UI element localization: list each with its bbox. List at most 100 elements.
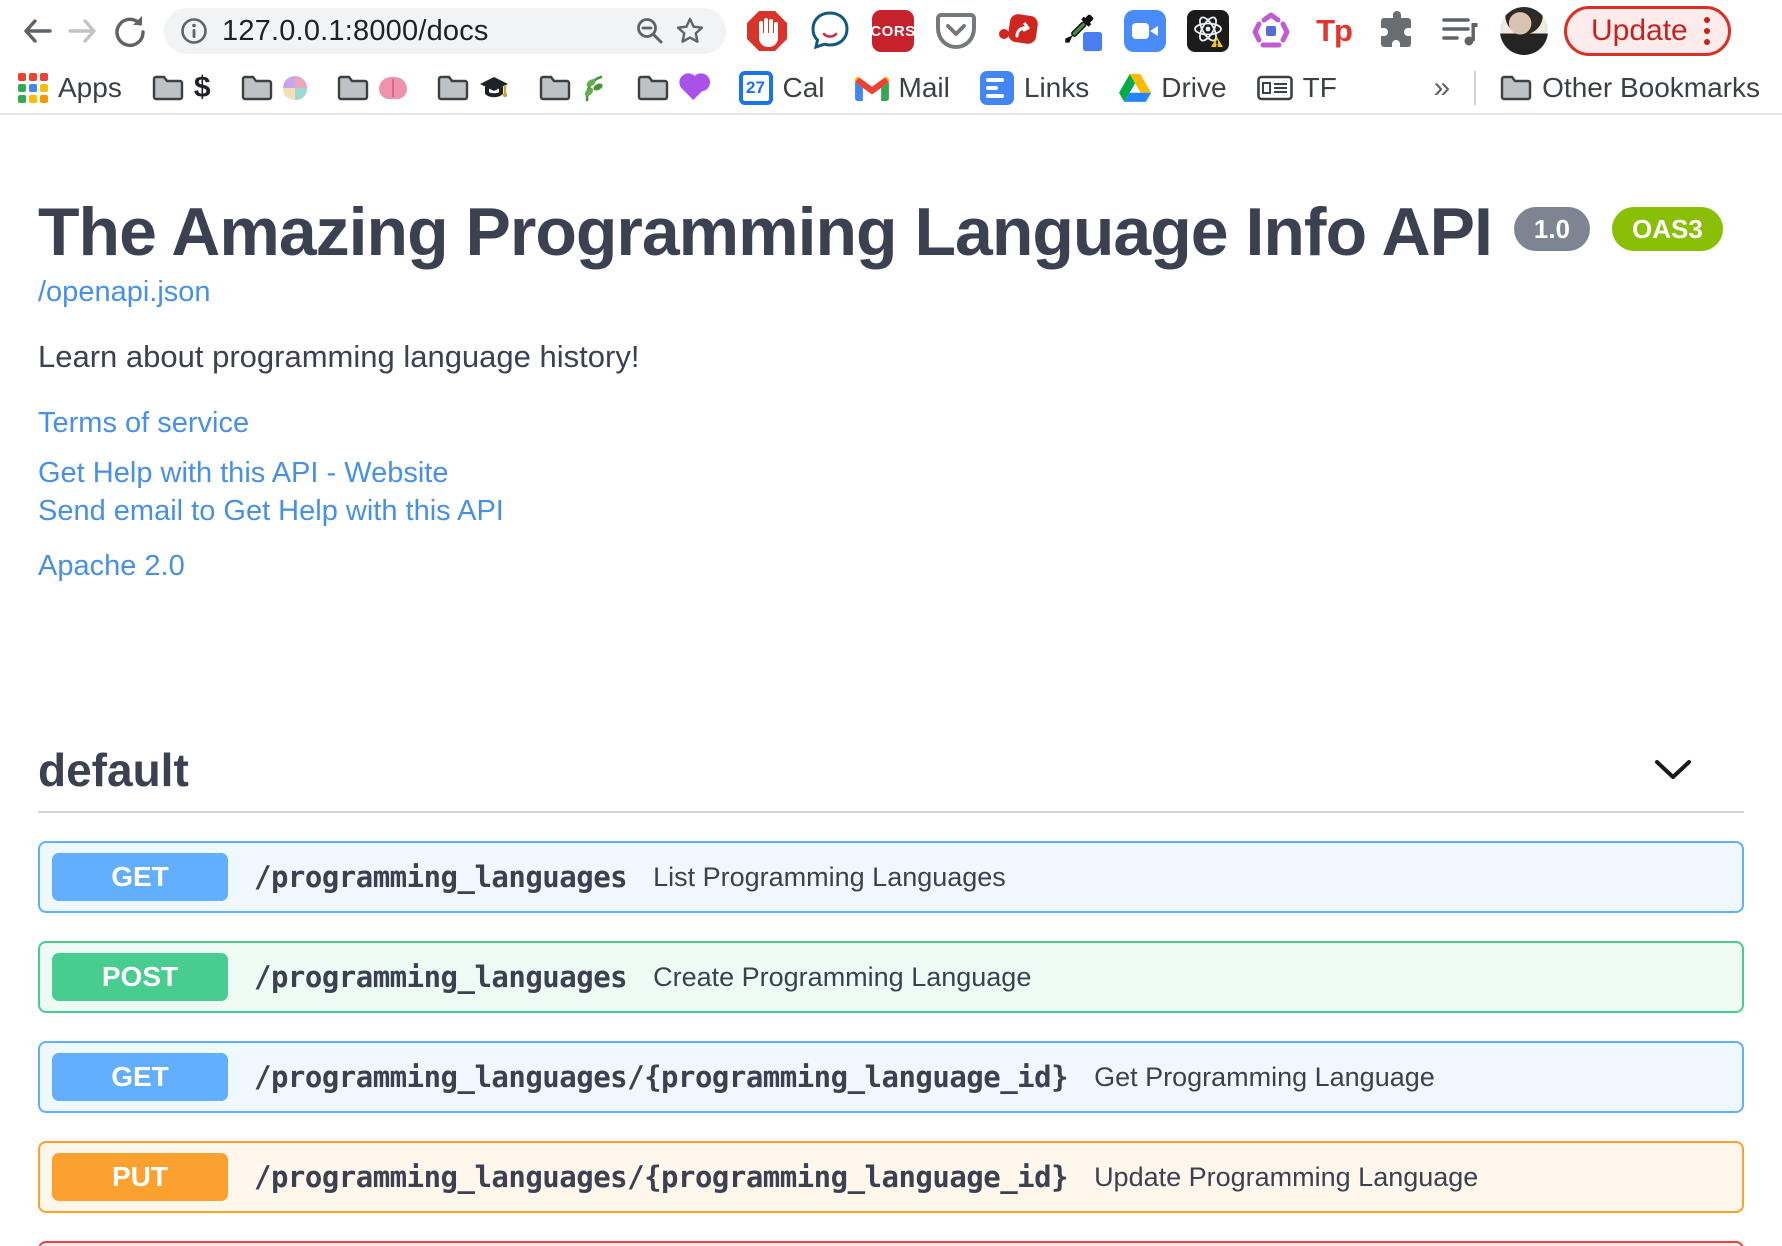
section-title: default (38, 744, 189, 797)
adblock-hand-icon[interactable] (745, 9, 789, 53)
bookmarks-right-group: » Other Bookmarks (1433, 70, 1760, 105)
operation-row-get-one[interactable]: GET /programming_languages/{programming_… (38, 1041, 1744, 1114)
license-link[interactable]: Apache 2.0 (38, 550, 185, 583)
update-label: Update (1591, 14, 1688, 47)
bookmarks-divider (1474, 70, 1477, 105)
pocket-shield-icon[interactable] (934, 9, 978, 53)
reload-icon (115, 16, 145, 48)
forward-arrow-icon (68, 19, 96, 43)
links-label: Links (1023, 71, 1090, 103)
tp-icon[interactable]: Tp (1312, 9, 1356, 53)
folder-icon (1500, 75, 1532, 100)
bookmark-calendar[interactable]: 27 Cal (738, 70, 825, 105)
red-arrow-icon[interactable] (997, 9, 1041, 53)
apps-label: Apps (58, 71, 122, 103)
bookmark-folder-dollar[interactable]: $ (152, 71, 211, 105)
carousel-horse-icon (282, 75, 307, 100)
other-bookmarks[interactable]: Other Bookmarks (1500, 72, 1760, 104)
url-text[interactable]: 127.0.0.1:8000/docs (222, 15, 489, 48)
bookmarks-overflow-chevron[interactable]: » (1433, 71, 1450, 105)
browser-toolbar: 127.0.0.1:8000/docs CORS Tp Update (0, 0, 1782, 62)
openapi-spec-link[interactable]: /openapi.json (38, 276, 211, 309)
address-bar[interactable]: 127.0.0.1:8000/docs (164, 8, 726, 54)
bookmark-apps[interactable]: Apps (18, 72, 122, 104)
gmail-icon (854, 76, 889, 101)
brain-icon (378, 76, 407, 99)
zoom-out-icon[interactable] (630, 11, 670, 51)
operation-row-delete[interactable]: DELETE /programming_languages/{programmi… (38, 1241, 1744, 1246)
help-website-link[interactable]: Get Help with this API - Website (38, 454, 1744, 492)
links-icon (979, 70, 1014, 105)
folder-icon (337, 75, 368, 100)
operation-row-get-list[interactable]: GET /programming_languages List Programm… (38, 841, 1744, 914)
react-devtools-icon[interactable] (1186, 9, 1230, 53)
version-badge: 1.0 (1513, 207, 1590, 251)
recycle-icon[interactable] (1249, 9, 1293, 53)
method-badge: POST (52, 953, 228, 1002)
kebab-menu-icon[interactable] (1703, 17, 1710, 45)
other-bookmarks-label: Other Bookmarks (1542, 71, 1760, 103)
bookmark-links[interactable]: Links (979, 70, 1090, 105)
drive-label: Drive (1161, 71, 1227, 103)
purple-heart-icon (681, 75, 706, 100)
drive-icon (1119, 73, 1152, 102)
operation-summary: List Programming Languages (653, 861, 1006, 892)
back-arrow-icon (24, 19, 52, 43)
operation-path: /programming_languages/{programming_lang… (254, 1160, 1069, 1195)
site-info-icon[interactable] (180, 17, 208, 45)
folder-icon (152, 75, 184, 100)
calendar-label: Cal (782, 71, 825, 103)
color-picker-icon[interactable] (1060, 9, 1104, 53)
operation-summary: Get Programming Language (1094, 1061, 1435, 1092)
tp-label: Tp (1316, 13, 1353, 48)
media-queue-icon[interactable] (1438, 9, 1482, 53)
bookmark-folder-purpleheart[interactable] (637, 75, 709, 101)
method-badge: PUT (52, 1153, 228, 1202)
bookmark-folder-brain[interactable] (337, 75, 407, 101)
operation-path: /programming_languages/{programming_lang… (254, 1060, 1069, 1095)
help-links: Get Help with this API - Website Send em… (38, 454, 1744, 530)
bookmark-folder-gradcap[interactable] (437, 75, 509, 101)
forward-button[interactable] (60, 8, 106, 54)
operation-path: /programming_languages (254, 860, 628, 895)
dollar-label: $ (193, 70, 211, 104)
folder-icon (539, 75, 570, 100)
puzzle-icon[interactable] (1375, 9, 1419, 53)
bookmark-star-icon[interactable] (670, 11, 710, 51)
page-title: The Amazing Programming Language Info AP… (38, 194, 1493, 270)
update-button[interactable]: Update (1564, 6, 1731, 56)
folder-icon (437, 75, 468, 100)
terms-of-service-link[interactable]: Terms of service (38, 407, 249, 440)
bookmark-mail[interactable]: Mail (854, 71, 950, 104)
mail-label: Mail (898, 71, 950, 103)
section-divider (38, 811, 1744, 814)
bookmark-folder-herb[interactable] (539, 74, 607, 102)
bookmark-tf[interactable]: TF (1256, 72, 1337, 104)
oas3-badge: OAS3 (1612, 207, 1723, 251)
folder-icon (241, 75, 272, 100)
bookmark-folder-carousel[interactable] (241, 75, 307, 101)
method-badge: GET (52, 853, 228, 902)
herb-icon (584, 75, 603, 101)
cors-label: CORS (870, 10, 915, 52)
folder-icon (637, 75, 668, 100)
video-camera-icon[interactable] (1123, 9, 1167, 53)
chat-bubble-icon[interactable] (808, 9, 852, 53)
operation-row-put-update[interactable]: PUT /programming_languages/{programming_… (38, 1141, 1744, 1214)
chevron-down-icon[interactable] (1654, 759, 1692, 781)
back-button[interactable] (14, 8, 60, 54)
calendar-day: 27 (742, 74, 769, 101)
calendar-icon: 27 (738, 70, 773, 105)
profile-avatar[interactable] (1500, 7, 1548, 55)
cors-icon[interactable]: CORS (870, 9, 915, 53)
reload-button[interactable] (106, 8, 152, 54)
operation-path: /programming_languages (254, 960, 628, 995)
default-section-header[interactable]: default (38, 743, 1744, 797)
apps-grid-icon (18, 72, 48, 103)
operation-summary: Create Programming Language (653, 961, 1032, 992)
api-title-row: The Amazing Programming Language Info AP… (38, 194, 1744, 270)
bookmark-drive[interactable]: Drive (1119, 71, 1227, 104)
operation-row-post-create[interactable]: POST /programming_languages Create Progr… (38, 941, 1744, 1014)
bookmarks-bar: Apps $ 27 Cal Mail Links Drive TF » Othe… (0, 62, 1782, 115)
help-email-link[interactable]: Send email to Get Help with this API (38, 492, 1744, 530)
